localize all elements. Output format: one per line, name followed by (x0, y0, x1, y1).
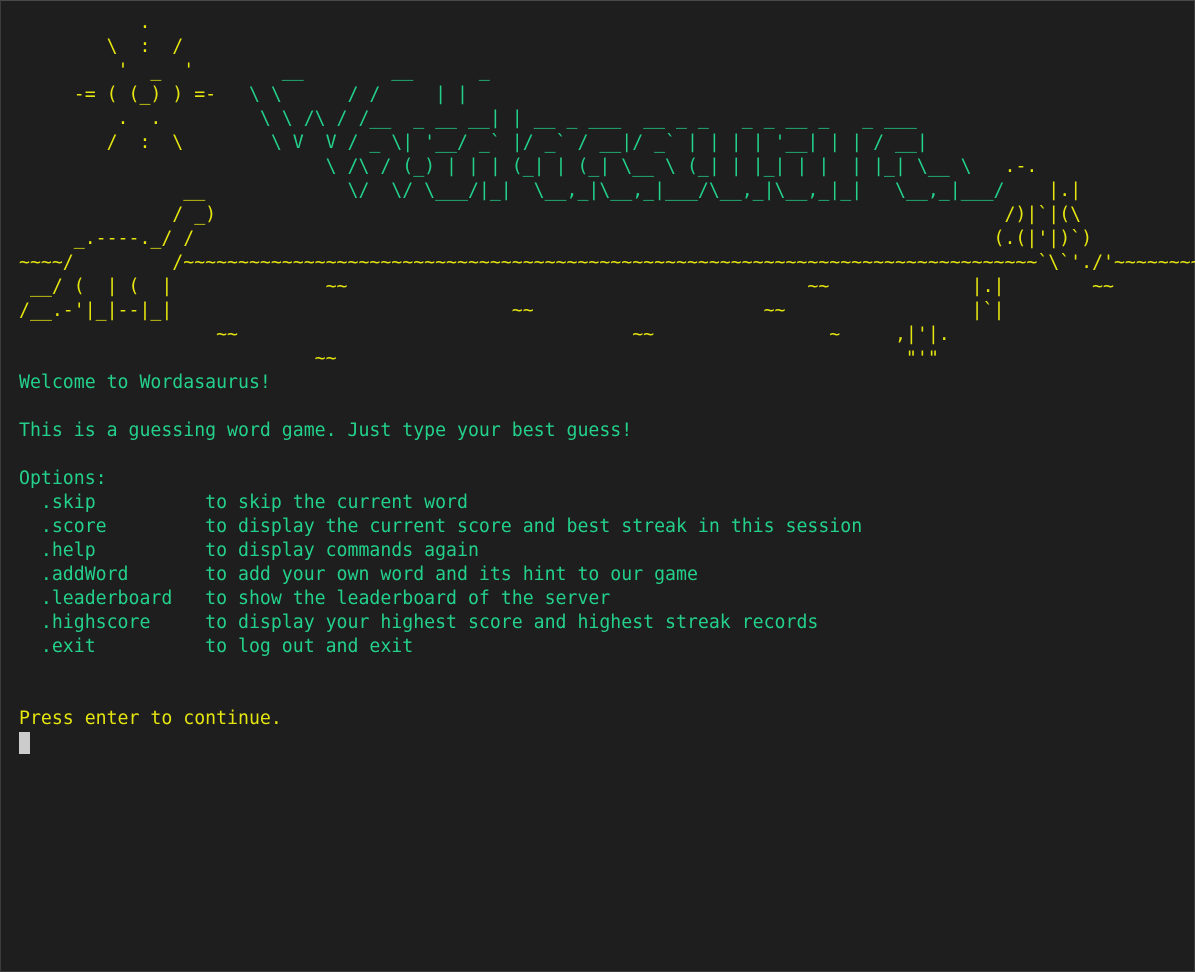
option-description: to display the current score and best st… (205, 516, 863, 537)
banner-line: . (19, 11, 1195, 35)
welcome-message: Welcome to Wordasaurus! (19, 372, 271, 393)
option-description: to display commands again (205, 540, 479, 561)
banner-line: \ /\ / (_) | | | (_| | (_| \__ \ (_| | |… (19, 155, 1195, 179)
option-row: .addWord to add your own word and its hi… (19, 563, 1195, 587)
banner-segment: / : \ (19, 132, 249, 153)
option-row: .leaderboard to show the leaderboard of … (19, 587, 1195, 611)
banner-line: . . \ \ /\ / /__ _ __ __| | __ _ ___ __ … (19, 107, 1195, 131)
banner-segment: \/ \/ \___/|_| \__,_|\__,_|___/\__,_|\__… (347, 180, 1005, 201)
option-command: .skip (19, 492, 206, 513)
terminal-output: . \ : / ' _ ' __ __ _ -= ((_)) =- \ \ … (19, 11, 1195, 755)
banner-segment: \ : / (19, 36, 1093, 57)
banner-segment: .-. (971, 156, 1038, 177)
continue-prompt: Press enter to continue. (19, 708, 282, 729)
banner-segment: ~~ ~~ ~ ,|'|. (19, 324, 950, 345)
option-description: to display your highest score and highes… (205, 612, 819, 633)
banner-segment: \ /\ / (_) | | | (_| | (_| \__ \ (_| | |… (19, 156, 972, 177)
banner-line: / _) /)|`|(\ (19, 203, 1195, 227)
text-cursor[interactable] (19, 732, 30, 754)
option-command: .score (19, 516, 206, 537)
option-command: .exit (19, 636, 206, 657)
banner-segment: / _) /)|`|(\ (19, 204, 1082, 225)
banner-segment: /__.-'|_|--|_| ~~ ~~ |`| (19, 300, 1005, 321)
option-row: .score to display the current score and … (19, 515, 1195, 539)
option-row: .help to display commands again (19, 539, 1195, 563)
banner-segment: . (19, 12, 1082, 33)
option-description: to log out and exit (205, 636, 414, 657)
banner-segment: ~~ "'" (19, 348, 939, 369)
banner-line: /__.-'|_|--|_| ~~ ~~ |`| (19, 299, 1195, 323)
option-description: to add your own word and its hint to our… (205, 564, 698, 585)
banner-segment: __/ ( | ( | ~~ ~~ |.| ~~ (19, 276, 1114, 297)
banner-segment: __ __ _ (281, 60, 490, 81)
option-command: .addWord (19, 564, 206, 585)
banner-line: _.----._/ / (.(|'|)`) (19, 227, 1195, 251)
banner-segment: _.----._/ / (.(|'|)`) (19, 228, 1093, 249)
option-command: .help (19, 540, 206, 561)
options-header: Options: (19, 468, 107, 489)
option-command: .highscore (19, 612, 206, 633)
option-description: to skip the current word (205, 492, 468, 513)
option-row: .exit to log out and exit (19, 635, 1195, 659)
banner-segment: . . (19, 108, 249, 129)
option-command: .leaderboard (19, 588, 206, 609)
banner-segment: |.| (1004, 180, 1082, 201)
option-row: .skip to skip the current word (19, 491, 1195, 515)
banner-line: ~~ "'" (19, 347, 1195, 371)
banner-segment: -= ( (_) ) =- (19, 84, 238, 105)
banner-segment: ' _ ' (19, 60, 282, 81)
banner-segment: \ \ / / | | (238, 84, 468, 105)
banner-line: __/ ( | ( | ~~ ~~ |.| ~~ (19, 275, 1195, 299)
ascii-banner: . \ : / ' _ ' __ __ _ -= ((_)) =- \ \ … (19, 11, 1195, 371)
options-list: .skip to skip the current word .score to… (19, 491, 1195, 659)
terminal-window[interactable]: . \ : / ' _ ' __ __ _ -= ((_)) =- \ \ … (0, 0, 1195, 972)
option-description: to show the leaderboard of the server (205, 588, 611, 609)
banner-line: -= ( (_) ) =- \ \ / / | | (19, 83, 1195, 107)
intro-message: This is a guessing word game. Just type … (19, 420, 633, 441)
banner-line: \ : / (19, 35, 1195, 59)
banner-line: / : \ \ V V / _ \| '__/ _` |/ _` / __|/ … (19, 131, 1195, 155)
banner-line: ' _ ' __ __ _ (19, 59, 1195, 83)
banner-line: __ \/ \/ \___/|_| \__,_|\__,_|___/\__,_|… (19, 179, 1195, 203)
input-line[interactable] (19, 731, 1195, 755)
banner-line: ~~ ~~ ~ ,|'|. (19, 323, 1195, 347)
banner-segment: ~~~~/ /~~~~~~~~~~~~~~~~~~~~~~~~~~~~~~~~~… (19, 252, 1195, 273)
banner-segment: __ (19, 180, 348, 201)
option-row: .highscore to display your highest score… (19, 611, 1195, 635)
banner-segment: \ \ /\ / /__ _ __ __| | __ _ ___ __ _ _ … (248, 108, 917, 129)
banner-line: ~~~~/ /~~~~~~~~~~~~~~~~~~~~~~~~~~~~~~~~~… (19, 251, 1195, 275)
banner-segment: \ V V / _ \| '__/ _` |/ _` / __|/ _` | |… (248, 132, 928, 153)
